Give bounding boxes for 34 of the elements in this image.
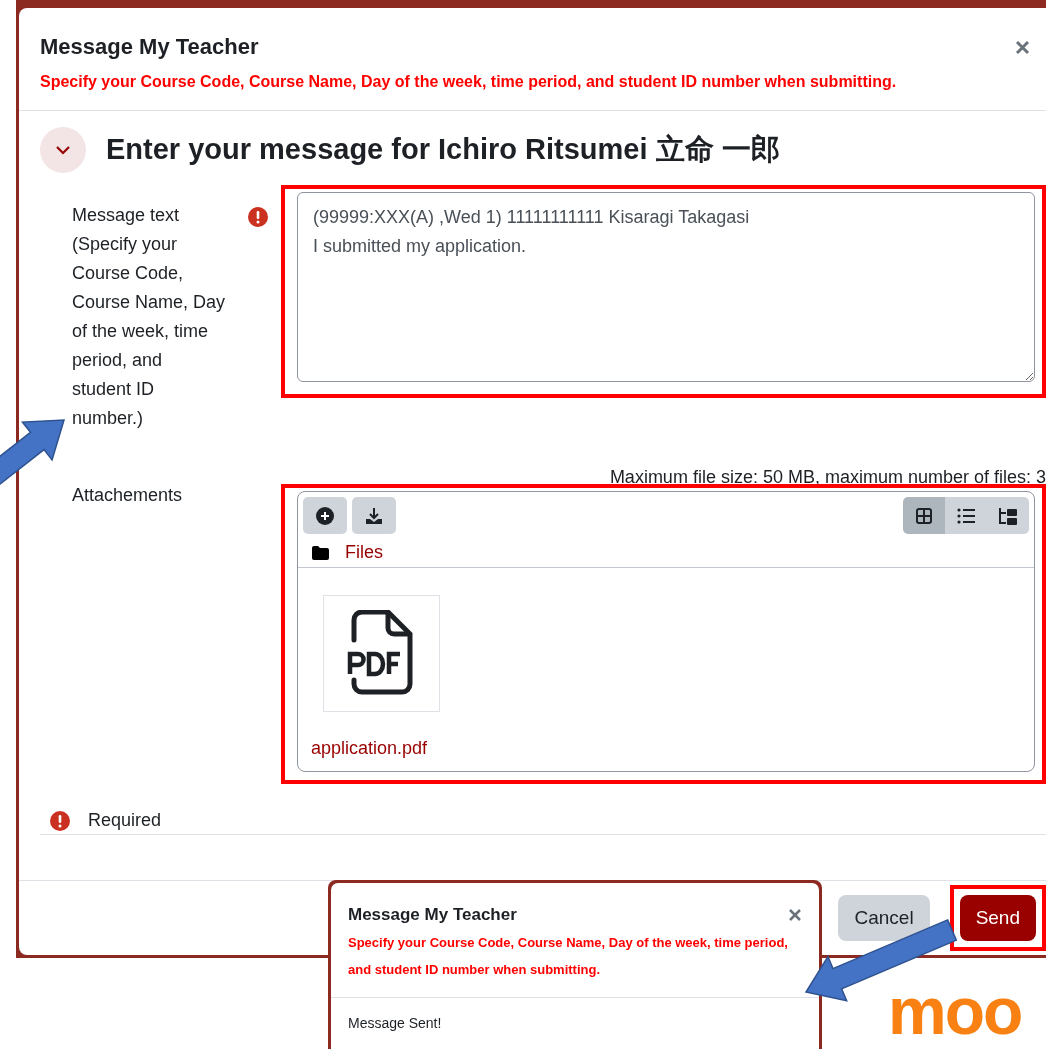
view-mode-button[interactable]	[903, 497, 945, 534]
field-label: Attachements	[72, 484, 184, 507]
tree-icon	[998, 506, 1018, 525]
error-icon	[50, 810, 70, 831]
dialog-title: Message My Teacher	[40, 34, 259, 60]
field-label: Message text (Specify your Course Code, Course Name, Day of the week, time period, and student ID number.)	[72, 204, 227, 430]
required-note: Required	[88, 810, 162, 831]
file-limits-text: Maximum file size: 50 MB, maximum number of files: 3	[608, 467, 1046, 487]
add-file-button[interactable]	[303, 497, 347, 534]
sent-message: Message Sent!	[347, 1014, 443, 1033]
file-name-link[interactable]: application.pdf	[311, 738, 440, 759]
collapse-toggle[interactable]	[40, 127, 86, 173]
section-heading: Enter your message for Ichiro Ritsumei 立命 一郎	[106, 132, 780, 167]
dialog-title: Message My Teacher	[348, 905, 517, 925]
file-thumbnail[interactable]	[323, 595, 440, 712]
folder-icon	[312, 545, 329, 560]
download-button[interactable]	[352, 497, 396, 534]
plus-circle-icon	[316, 506, 334, 525]
message-input[interactable]: (99999:XXX(A) ,Wed 1) 11111111111 Kisaragi Takagasi I submitted my application.	[297, 192, 1035, 382]
instruction-text: Specify your Course Code, Course Name, Day of the week, time period, and student ID number when submitting.	[348, 934, 789, 979]
close-icon[interactable]	[789, 909, 801, 921]
logo-text: moo	[888, 978, 1022, 1044]
folder-path-link[interactable]: Files	[345, 542, 383, 563]
view-mode-button[interactable]	[945, 497, 987, 534]
callout-arrow	[0, 419, 66, 488]
instruction-text: Specify your Course Code, Course Name, Day of the week, time period, and student ID number when submitting.	[40, 72, 898, 92]
close-icon	[1014, 39, 1030, 55]
view-mode-button[interactable]	[987, 497, 1029, 534]
send-button[interactable]: Send	[959, 895, 1036, 941]
close-button[interactable]	[1013, 38, 1031, 56]
grid-icon	[916, 507, 932, 524]
download-icon	[365, 506, 383, 525]
cancel-button[interactable]: Cancel	[838, 895, 930, 941]
list-icon	[957, 507, 975, 524]
